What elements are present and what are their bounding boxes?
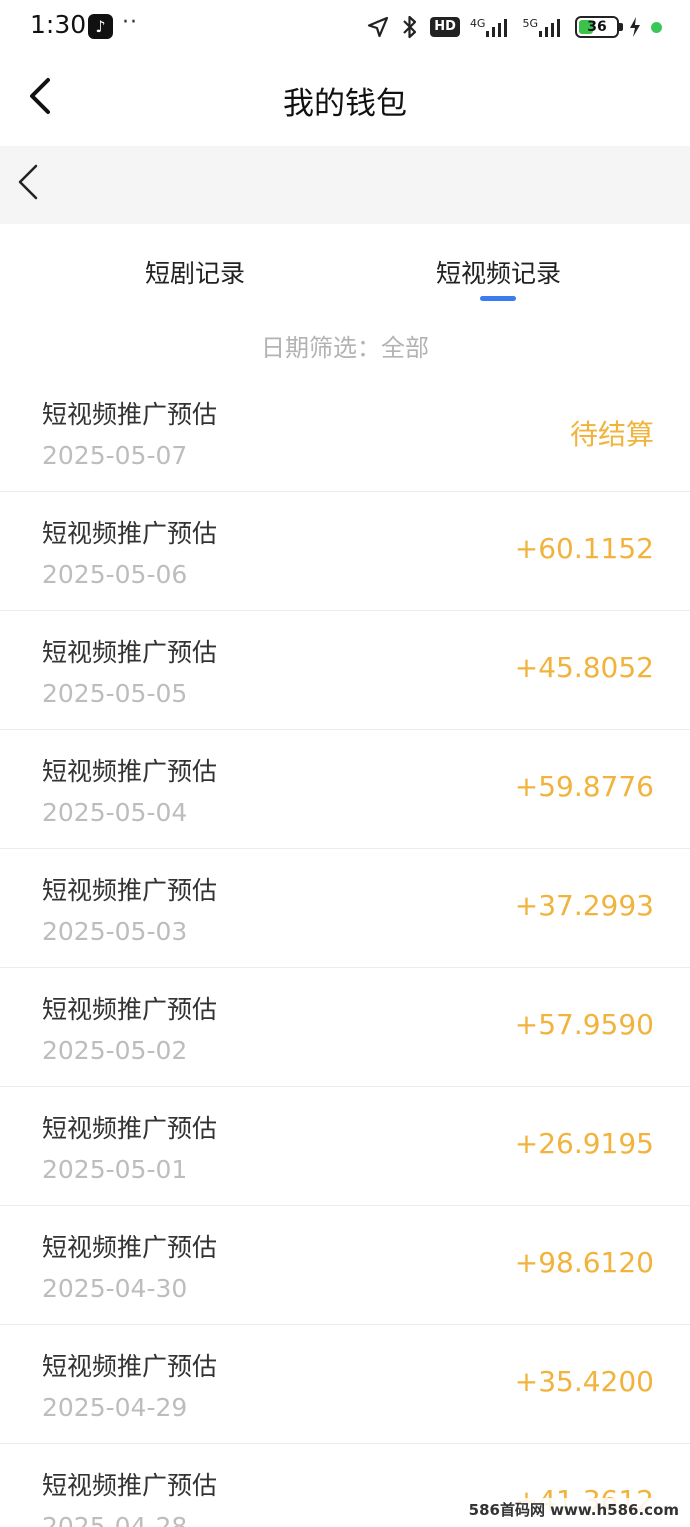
record-status: 待结算 xyxy=(569,418,654,451)
status-time: 1:30 xyxy=(30,10,87,39)
sub-navigation-bar xyxy=(0,146,690,224)
record-date: 2025-05-03 xyxy=(42,917,188,946)
record-title: 短视频推广预估 xyxy=(42,876,218,905)
record-date: 2025-04-28 xyxy=(42,1512,188,1527)
record-title: 短视频推广预估 xyxy=(42,757,218,786)
date-filter-value: 全部 xyxy=(381,334,429,362)
record-date: 2025-04-29 xyxy=(42,1393,188,1422)
tiktok-icon: ♪ xyxy=(88,14,113,39)
signal-5g-icon: 5G xyxy=(522,17,565,37)
record-date: 2025-05-07 xyxy=(42,441,188,470)
battery-icon: 36 xyxy=(575,16,623,38)
record-date: 2025-05-06 xyxy=(42,560,188,589)
watermark: 586首码网 www.h586.com xyxy=(465,1498,682,1521)
record-date: 2025-05-02 xyxy=(42,1036,188,1065)
record-amount: +60.1152 xyxy=(514,532,654,565)
record-title: 短视频推广预估 xyxy=(42,1471,218,1500)
record-title: 短视频推广预估 xyxy=(42,995,218,1024)
record-title: 短视频推广预估 xyxy=(42,519,218,548)
list-item[interactable]: 短视频推广预估 2025-05-01 +26.9195 xyxy=(0,1087,690,1206)
record-title: 短视频推广预估 xyxy=(42,638,218,667)
record-title: 短视频推广预估 xyxy=(42,1114,218,1143)
network-5g-label: 5G xyxy=(522,17,538,30)
privacy-indicator-dot xyxy=(651,21,662,33)
tab-short-video-records[interactable]: 短视频记录 xyxy=(436,254,561,290)
record-date: 2025-05-04 xyxy=(42,798,188,827)
list-item[interactable]: 短视频推广预估 2025-05-07 待结算 xyxy=(0,373,690,492)
chevron-left-icon xyxy=(18,164,38,200)
network-4g-label: 4G xyxy=(469,17,486,30)
list-item[interactable]: 短视频推广预估 2025-04-29 +35.4200 xyxy=(0,1325,690,1444)
tab-bar: 短剧记录 短视频记录 xyxy=(0,224,690,314)
page-title: 我的钱包 xyxy=(283,86,407,122)
record-amount: +57.9590 xyxy=(514,1008,654,1041)
list-item[interactable]: 短视频推广预估 2025-05-06 +60.1152 xyxy=(0,492,690,611)
list-item[interactable]: 短视频推广预估 2025-05-03 +37.2993 xyxy=(0,849,690,968)
status-bar: 1:30 ♪ ·· HD 4G 5G 36 xyxy=(0,0,690,56)
list-item[interactable]: 短视频推广预估 2025-05-05 +45.8052 xyxy=(0,611,690,730)
active-tab-indicator xyxy=(480,296,516,301)
list-item[interactable]: 短视频推广预估 2025-05-04 +59.8776 xyxy=(0,730,690,849)
location-icon xyxy=(366,15,390,39)
sub-back-button[interactable] xyxy=(12,162,48,202)
battery-level: 36 xyxy=(587,19,607,35)
record-date: 2025-04-30 xyxy=(42,1274,188,1303)
more-notifications-icon: ·· xyxy=(122,10,138,35)
tab-short-drama-records[interactable]: 短剧记录 xyxy=(145,254,245,290)
header: 我的钱包 xyxy=(0,56,690,146)
bluetooth-icon xyxy=(400,14,420,40)
record-amount: +35.4200 xyxy=(514,1365,654,1398)
record-title: 短视频推广预估 xyxy=(42,1352,218,1381)
list-item[interactable]: 短视频推广预估 2025-05-02 +57.9590 xyxy=(0,968,690,1087)
record-amount: +45.8052 xyxy=(514,651,654,684)
battery-cap xyxy=(619,23,623,31)
record-amount: +37.2993 xyxy=(514,889,654,922)
record-title: 短视频推广预估 xyxy=(42,400,218,429)
charging-icon xyxy=(629,16,641,38)
record-date: 2025-05-05 xyxy=(42,679,188,708)
record-date: 2025-05-01 xyxy=(42,1155,188,1184)
hd-voice-icon: HD xyxy=(430,17,460,37)
signal-4g-icon: 4G xyxy=(470,17,513,37)
record-title: 短视频推广预估 xyxy=(42,1233,218,1262)
date-filter-label: 日期筛选： xyxy=(261,334,381,362)
date-filter[interactable]: 日期筛选：全部 xyxy=(0,328,690,363)
list-item[interactable]: 短视频推广预估 2025-04-30 +98.6120 xyxy=(0,1206,690,1325)
record-amount: +98.6120 xyxy=(514,1246,654,1279)
record-list: 短视频推广预估 2025-05-07 待结算 短视频推广预估 2025-05-0… xyxy=(0,373,690,1527)
record-amount: +26.9195 xyxy=(514,1127,654,1160)
record-amount: +59.8776 xyxy=(514,770,654,803)
